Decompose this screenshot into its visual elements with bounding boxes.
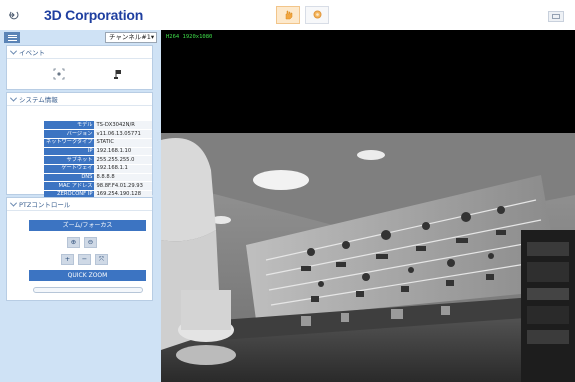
event-title: イベント bbox=[19, 49, 45, 57]
zoom-in-icon: ⊕ bbox=[70, 238, 77, 247]
alarm-flag-icon bbox=[113, 68, 123, 82]
zoom-out-icon: ⊖ bbox=[87, 238, 94, 247]
system-title: システム情報 bbox=[19, 96, 58, 104]
ptz-title: PTZコントロール bbox=[19, 201, 71, 209]
live-view-button[interactable] bbox=[276, 6, 300, 24]
ptz-panel: PTZコントロール ズーム/フォーカス ⊕ ⊖ + − ⤧ QUICK ZOOM bbox=[6, 197, 153, 301]
table-row: サブネット 255.255.255.0 bbox=[44, 155, 152, 165]
auto-focus-button[interactable]: ⤧ bbox=[95, 254, 108, 265]
gear-icon bbox=[312, 9, 323, 22]
sidebar-toolbar: チャンネル#1▾ bbox=[2, 32, 159, 44]
system-info-table: モデル TS-DX3042N/R バージョン v11.06.13.05771 ネット… bbox=[44, 121, 152, 200]
info-key: DNS bbox=[44, 173, 95, 183]
zoom-in-button[interactable]: ⊕ bbox=[67, 237, 80, 248]
chevron-down-icon bbox=[9, 94, 18, 102]
info-key: ネットワークタイプ bbox=[44, 138, 95, 148]
info-key: IP bbox=[44, 147, 95, 157]
focus-button-row: + − ⤧ bbox=[61, 254, 108, 265]
minus-icon: − bbox=[81, 255, 88, 264]
info-value: 8.8.8.8 bbox=[94, 173, 152, 183]
top-header: 3D Corporation bbox=[0, 0, 575, 30]
expand-icon: ⤧ bbox=[98, 255, 105, 264]
event-panel: イベント bbox=[6, 45, 153, 90]
video-viewport[interactable]: H264 1920x1080 bbox=[161, 30, 575, 382]
zoom-out-button[interactable]: ⊖ bbox=[84, 237, 97, 248]
info-key: ゲートウェイ bbox=[44, 164, 95, 174]
table-row: バージョン v11.06.13.05771 bbox=[44, 129, 152, 139]
table-row: DNS 8.8.8.8 bbox=[44, 173, 152, 183]
sidebar: チャンネル#1▾ イベント システム情報 モデル TS-DX3042N/R バー… bbox=[0, 30, 161, 382]
system-info-panel: システム情報 モデル TS-DX3042N/R バージョン v11.06.13.05… bbox=[6, 92, 153, 200]
info-key: モデル bbox=[44, 121, 95, 131]
camera-feed-image bbox=[161, 133, 575, 382]
brand-logo: 3D Corporation bbox=[44, 7, 144, 23]
hamburger-icon[interactable] bbox=[4, 32, 20, 43]
info-value: 192.168.1.10 bbox=[94, 147, 152, 157]
chevron-down-icon bbox=[9, 47, 18, 55]
motion-detect-icon bbox=[53, 68, 65, 82]
info-value: 98.8F.F4.01.29.93 bbox=[94, 181, 152, 191]
quick-zoom-slider[interactable] bbox=[33, 287, 143, 293]
table-row: モデル TS-DX3042N/R bbox=[44, 121, 152, 131]
info-value: TS-DX3042N/R bbox=[94, 121, 152, 131]
info-key: バージョン bbox=[44, 129, 95, 139]
system-panel-header[interactable]: システム情報 bbox=[7, 93, 152, 106]
table-row: ゲートウェイ 192.168.1.1 bbox=[44, 164, 152, 174]
ptz-panel-header[interactable]: PTZコントロール bbox=[7, 198, 152, 211]
channel-select[interactable]: チャンネル#1▾ bbox=[105, 32, 157, 43]
plus-icon: + bbox=[64, 255, 71, 264]
settings-button[interactable] bbox=[305, 6, 329, 24]
zoom-focus-bar[interactable]: ズーム/フォーカス bbox=[29, 220, 146, 231]
event-panel-header[interactable]: イベント bbox=[7, 46, 152, 59]
focus-far-button[interactable]: − bbox=[78, 254, 91, 265]
table-row: IP 192.168.1.10 bbox=[44, 147, 152, 157]
logout-icon[interactable] bbox=[8, 9, 20, 21]
focus-near-button[interactable]: + bbox=[61, 254, 74, 265]
table-row: MAC アドレス 98.8F.F4.01.29.93 bbox=[44, 181, 152, 191]
chevron-down-icon bbox=[9, 199, 18, 207]
info-value: STATIC bbox=[94, 138, 152, 148]
info-key: MAC アドレス bbox=[44, 181, 95, 191]
info-value: 255.255.255.0 bbox=[94, 155, 152, 165]
table-row: ネットワークタイプ STATIC bbox=[44, 138, 152, 148]
zoom-button-row: ⊕ ⊖ bbox=[67, 237, 97, 248]
info-key: サブネット bbox=[44, 155, 95, 165]
info-value: 192.168.1.1 bbox=[94, 164, 152, 174]
info-value: v11.06.13.05771 bbox=[94, 129, 152, 139]
event-icon-row bbox=[7, 68, 152, 84]
window-icon[interactable] bbox=[548, 11, 564, 22]
hand-icon bbox=[283, 9, 294, 22]
quick-zoom-button[interactable]: QUICK ZOOM bbox=[29, 270, 146, 281]
